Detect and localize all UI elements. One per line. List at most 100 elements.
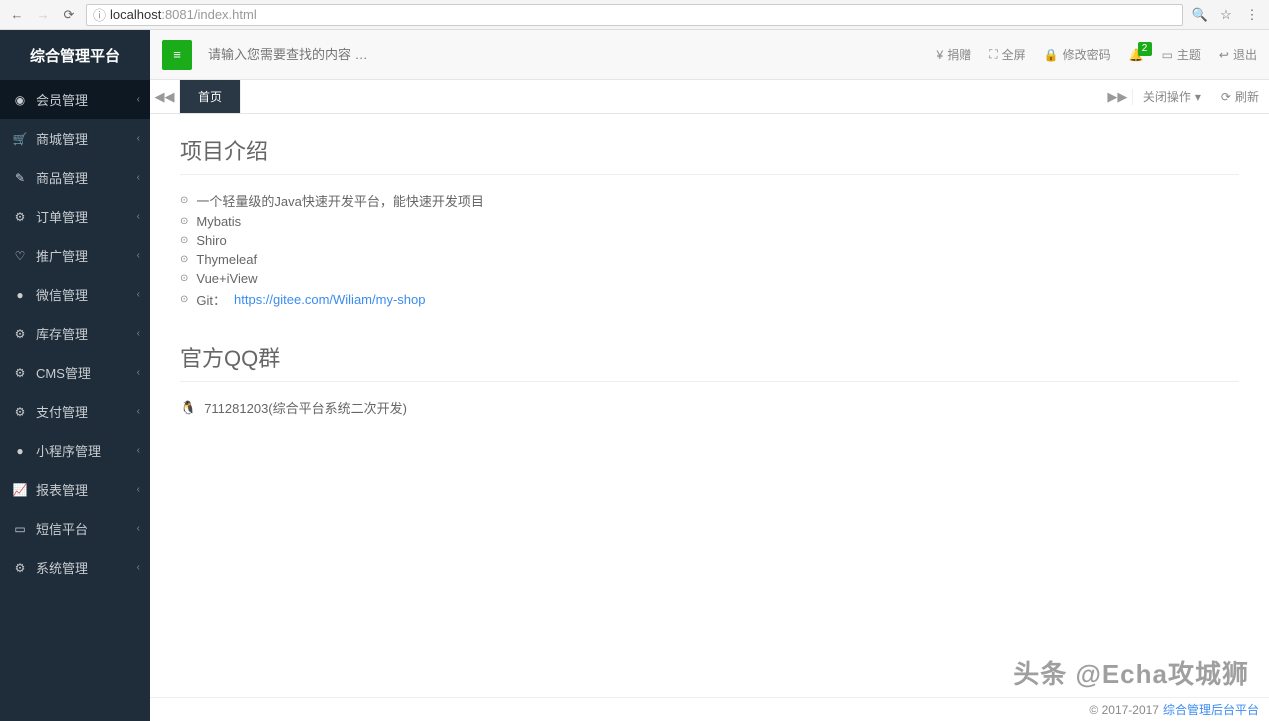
sidebar-item-sms[interactable]: ▭ 短信平台 ‹ (0, 509, 150, 548)
user-icon: ◉ (12, 93, 28, 107)
chevron-left-icon: ‹ (137, 133, 140, 144)
chevron-left-icon: ‹ (137, 289, 140, 300)
refresh-button[interactable]: ⟳ 刷新 (1211, 88, 1269, 105)
yen-icon: ¥ (937, 48, 944, 62)
list-item: ⊙Git：https://gitee.com/Wiliam/my-shop (180, 288, 1239, 311)
list-item: ⊙Mybatis (180, 212, 1239, 231)
bullet-icon: ⊙ (180, 254, 188, 265)
sidebar-item-label: 库存管理 (36, 324, 88, 343)
chevron-left-icon: ‹ (137, 172, 140, 183)
git-label: Git： (196, 290, 226, 309)
gear-icon: ⚙ (12, 327, 28, 341)
list-item: ⊙Vue+iView (180, 269, 1239, 288)
sidebar-item-order[interactable]: ⚙ 订单管理 ‹ (0, 197, 150, 236)
sidebar-item-label: 订单管理 (36, 207, 88, 226)
bullet-icon: ⊙ (180, 195, 188, 206)
gear-icon: ⚙ (12, 561, 28, 575)
sidebar-item-cms[interactable]: ⚙ CMS管理 ‹ (0, 353, 150, 392)
tab-prev-button[interactable]: ◀◀ (150, 80, 180, 113)
password-button[interactable]: 🔒 修改密码 (1044, 46, 1111, 63)
sidebar-item-label: 短信平台 (36, 519, 88, 538)
intro-list: ⊙一个轻量级的Java快速开发平台，能快速开发项目 ⊙Mybatis ⊙Shir… (180, 189, 1239, 311)
action-label: 全屏 (1002, 46, 1026, 63)
chevron-left-icon: ‹ (137, 523, 140, 534)
qq-icon: 🐧 (180, 400, 196, 416)
browser-toolbar: ← → ⟳ ⓘ localhost :8081/index.html 🔍 ☆ ⋮ (0, 0, 1269, 30)
monitor-icon: ▭ (1162, 48, 1173, 62)
sidebar-item-member[interactable]: ◉ 会员管理 ‹ (0, 80, 150, 119)
sidebar-item-system[interactable]: ⚙ 系统管理 ‹ (0, 548, 150, 587)
sidebar-item-report[interactable]: 📈 报表管理 ‹ (0, 470, 150, 509)
footer-link[interactable]: 综合管理后台平台 (1163, 701, 1259, 718)
heart-icon: ♡ (12, 249, 28, 263)
notification-button[interactable]: 🔔 2 (1129, 48, 1144, 62)
list-item: 🐧 711281203(综合平台系统二次开发) (180, 396, 1239, 419)
sidebar-item-mall[interactable]: 🛒 商城管理 ‹ (0, 119, 150, 158)
lock-icon: 🔒 (1044, 48, 1059, 62)
list-item: ⊙ Thymeleaf (180, 250, 1239, 269)
search-icon[interactable]: 🔍 (1191, 6, 1209, 24)
sidebar-item-miniprogram[interactable]: ● 小程序管理 ‹ (0, 431, 150, 470)
theme-button[interactable]: ▭ 主题 (1162, 46, 1201, 63)
chart-icon: 📈 (12, 483, 28, 497)
tab-home[interactable]: 首页 (180, 80, 241, 113)
list-text: Vue+iView (196, 271, 257, 286)
sidebar-item-label: 微信管理 (36, 285, 88, 304)
sidebar-item-pay[interactable]: ⚙ 支付管理 ‹ (0, 392, 150, 431)
close-ops-button[interactable]: 关闭操作 ▾ (1133, 88, 1211, 105)
fullscreen-button[interactable]: ⛶ 全屏 (989, 46, 1025, 63)
caret-down-icon: ▾ (1195, 90, 1201, 104)
git-link[interactable]: https://gitee.com/Wiliam/my-shop (234, 292, 425, 307)
sidebar-item-product[interactable]: ✎ 商品管理 ‹ (0, 158, 150, 197)
qq-list: 🐧 711281203(综合平台系统二次开发) (180, 396, 1239, 419)
forward-button[interactable]: → (34, 6, 52, 24)
chevron-left-icon: ‹ (137, 328, 140, 339)
sidebar: 综合管理平台 ◉ 会员管理 ‹ 🛒 商城管理 ‹ ✎ 商品管理 ‹ ⚙ 订单管理… (0, 30, 150, 721)
notification-badge: 2 (1138, 42, 1152, 56)
url-bar[interactable]: ⓘ localhost :8081/index.html (86, 4, 1183, 26)
url-host: localhost (110, 7, 161, 22)
edit-icon: ✎ (12, 171, 28, 185)
qq-text: 711281203(综合平台系统二次开发) (204, 398, 407, 417)
power-icon: ↩ (1219, 48, 1229, 62)
expand-icon: ⛶ (989, 47, 997, 62)
action-label: 关闭操作 (1143, 88, 1191, 105)
section-title-intro: 项目介绍 (180, 134, 1239, 166)
list-text: Shiro (196, 233, 226, 248)
chevron-left-icon: ‹ (137, 211, 140, 222)
tab-next-button[interactable]: ▶▶ (1103, 89, 1133, 105)
sidebar-item-label: 商城管理 (36, 129, 88, 148)
back-button[interactable]: ← (8, 6, 26, 24)
sidebar-title: 综合管理平台 (0, 30, 150, 80)
section-title-qq: 官方QQ群 (180, 341, 1239, 373)
content-area: 项目介绍 ⊙一个轻量级的Java快速开发平台，能快速开发项目 ⊙Mybatis … (150, 114, 1269, 697)
list-item: ⊙一个轻量级的Java快速开发平台，能快速开发项目 (180, 189, 1239, 212)
sidebar-item-promo[interactable]: ♡ 推广管理 ‹ (0, 236, 150, 275)
divider (180, 174, 1239, 175)
chevron-left-icon: ‹ (137, 445, 140, 456)
reload-button[interactable]: ⟳ (60, 6, 78, 24)
sidebar-item-label: 商品管理 (36, 168, 88, 187)
list-item: ⊙Shiro (180, 231, 1239, 250)
chat-icon: ● (12, 444, 28, 458)
logout-button[interactable]: ↩ 退出 (1219, 46, 1257, 63)
gear-icon: ⚙ (12, 210, 28, 224)
divider (180, 381, 1239, 382)
donate-button[interactable]: ¥ 捐赠 (937, 46, 972, 63)
action-label: 修改密码 (1063, 46, 1111, 63)
gear-icon: ⚙ (12, 405, 28, 419)
bullet-icon: ⊙ (180, 216, 188, 227)
sidebar-item-wechat[interactable]: ● 微信管理 ‹ (0, 275, 150, 314)
chevron-left-icon: ‹ (137, 406, 140, 417)
gear-icon: ⚙ (12, 366, 28, 380)
star-icon[interactable]: ☆ (1217, 6, 1235, 24)
footer: © 2017-2017 综合管理后台平台 (150, 697, 1269, 721)
info-icon: ⓘ (93, 5, 106, 24)
sidebar-item-label: 报表管理 (36, 480, 88, 499)
sidebar-item-stock[interactable]: ⚙ 库存管理 ‹ (0, 314, 150, 353)
list-text: Thymeleaf (196, 252, 257, 267)
search-input[interactable] (208, 40, 921, 70)
menu-icon[interactable]: ⋮ (1243, 6, 1261, 24)
monitor-icon: ▭ (12, 522, 28, 536)
menu-toggle-button[interactable]: ≡ (162, 40, 192, 70)
